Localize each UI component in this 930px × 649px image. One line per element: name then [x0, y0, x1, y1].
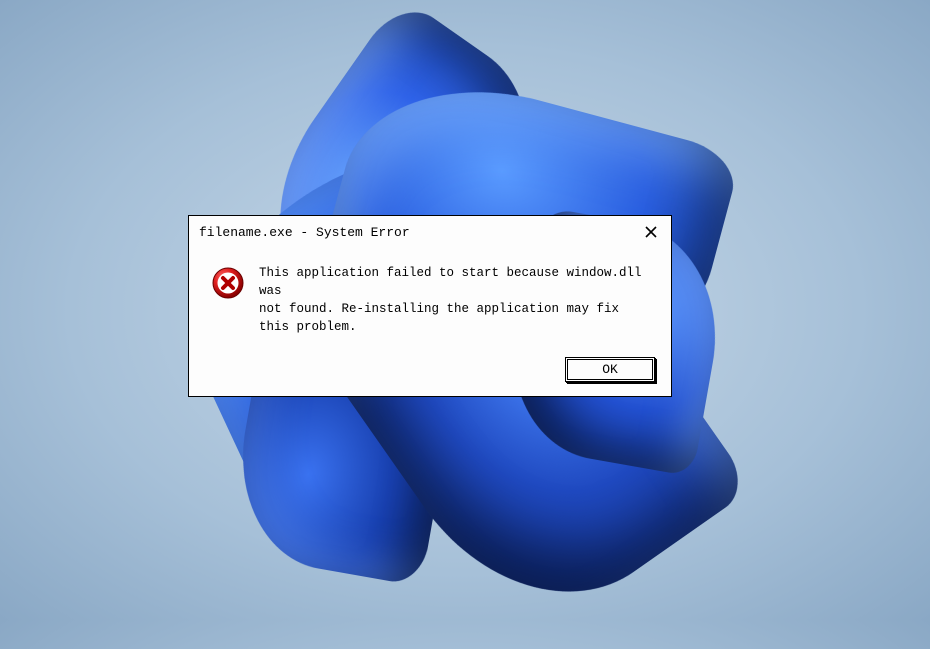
- close-icon: [644, 225, 658, 239]
- dialog-button-row: OK: [189, 351, 671, 396]
- ok-button[interactable]: OK: [565, 357, 655, 382]
- error-message: This application failed to start because…: [259, 264, 649, 337]
- dialog-body: This application failed to start because…: [189, 246, 671, 351]
- error-icon: [211, 266, 245, 300]
- dialog-title: filename.exe - System Error: [199, 225, 410, 240]
- error-dialog: filename.exe - System Error: [188, 215, 672, 397]
- dialog-titlebar: filename.exe - System Error: [189, 216, 671, 246]
- close-button[interactable]: [641, 222, 661, 242]
